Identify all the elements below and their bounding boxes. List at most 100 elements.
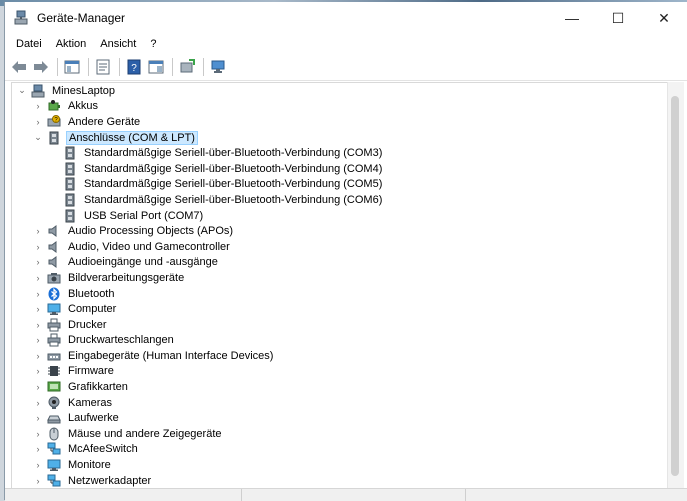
chevron-right-icon[interactable]: › bbox=[32, 412, 44, 424]
tree-item-audioeingaenge[interactable]: › Audioeingänge und -ausgänge bbox=[12, 255, 668, 271]
tree-item-firmware[interactable]: › Firmware bbox=[12, 364, 668, 380]
tree-item-label: Akkus bbox=[68, 100, 98, 113]
action-pane-icon bbox=[148, 60, 164, 74]
network-icon bbox=[47, 474, 61, 487]
tree-item-monitore[interactable]: › Monitore bbox=[12, 457, 668, 473]
tree-item-druckwarteschlangen[interactable]: › Druckwarteschlangen bbox=[12, 333, 668, 349]
chevron-right-icon[interactable]: › bbox=[32, 459, 44, 471]
tree-item-bildverarbeitung[interactable]: › Bildverarbeitungsgeräte bbox=[12, 270, 668, 286]
vertical-scrollbar[interactable] bbox=[667, 82, 684, 488]
update-driver-icon bbox=[180, 59, 195, 73]
tree-child-com5[interactable]: Standardmäßgige Seriell-über-Bluetooth-V… bbox=[12, 177, 668, 193]
tree-item-grafikkarten[interactable]: › Grafikkarten bbox=[12, 379, 668, 395]
properties-button[interactable] bbox=[93, 57, 113, 77]
tree-item-netzwerkadapter[interactable]: › Netzwerkadapter bbox=[12, 473, 668, 489]
device-tree[interactable]: ⌄ MinesLaptop › Akkus › ? Andere Geräte … bbox=[11, 82, 668, 490]
tree-child-com4[interactable]: Standardmäßgige Seriell-über-Bluetooth-V… bbox=[12, 161, 668, 177]
battery-icon bbox=[48, 100, 60, 111]
tree-item-computer[interactable]: › Computer bbox=[12, 301, 668, 317]
network-icon bbox=[47, 442, 61, 455]
chevron-down-icon[interactable]: ⌄ bbox=[32, 132, 44, 144]
title-bar[interactable]: Geräte-Manager — ☐ ✕ bbox=[5, 2, 687, 34]
tree-item-maeuse[interactable]: › Mäuse und andere Zeigegeräte bbox=[12, 426, 668, 442]
tree-item-audio-video[interactable]: › Audio, Video und Gamecontroller bbox=[12, 239, 668, 255]
tree-item-laufwerke[interactable]: › Laufwerke bbox=[12, 410, 668, 426]
chevron-right-icon[interactable]: › bbox=[32, 443, 44, 455]
tree-item-label: Andere Geräte bbox=[68, 115, 141, 128]
action-pane-button[interactable] bbox=[146, 57, 166, 77]
toolbar-separator bbox=[57, 58, 58, 76]
chevron-down-icon[interactable]: ⌄ bbox=[16, 85, 28, 97]
menu-help[interactable]: ? bbox=[143, 38, 163, 50]
drive-icon bbox=[47, 415, 61, 424]
status-segment bbox=[241, 489, 243, 501]
chevron-right-icon[interactable]: › bbox=[32, 225, 44, 237]
update-driver-button[interactable] bbox=[177, 57, 197, 77]
chevron-right-icon[interactable]: › bbox=[32, 428, 44, 440]
scrollbar-thumb[interactable] bbox=[671, 96, 679, 476]
tree-item-andere-geraete[interactable]: › ? Andere Geräte bbox=[12, 114, 668, 130]
tree-child-com3[interactable]: Standardmäßgige Seriell-über-Bluetooth-V… bbox=[12, 145, 668, 161]
tree-child-com7[interactable]: USB Serial Port (COM7) bbox=[12, 208, 668, 224]
svg-text:?: ? bbox=[131, 63, 137, 74]
forward-button[interactable] bbox=[31, 57, 51, 77]
tree-item-label: Grafikkarten bbox=[68, 381, 128, 394]
chevron-right-icon[interactable]: › bbox=[32, 334, 44, 346]
tree-root[interactable]: ⌄ MinesLaptop bbox=[12, 83, 668, 99]
tree-child-label: Standardmäßgige Seriell-über-Bluetooth-V… bbox=[84, 162, 383, 175]
speaker-icon bbox=[48, 225, 57, 238]
chevron-right-icon[interactable]: › bbox=[32, 475, 44, 487]
tree-child-label: Standardmäßgige Seriell-über-Bluetooth-V… bbox=[84, 178, 383, 191]
tree-item-kameras[interactable]: › Kameras bbox=[12, 395, 668, 411]
tree-item-label: Anschlüsse (COM & LPT) bbox=[66, 130, 198, 145]
chevron-right-icon[interactable]: › bbox=[32, 350, 44, 362]
close-button[interactable]: ✕ bbox=[641, 2, 687, 34]
tree-child-label: Standardmäßgige Seriell-über-Bluetooth-V… bbox=[84, 193, 383, 206]
minimize-button[interactable]: — bbox=[549, 2, 595, 34]
toolbar-separator bbox=[172, 58, 173, 76]
port-icon bbox=[65, 162, 75, 176]
maximize-button[interactable]: ☐ bbox=[595, 2, 641, 34]
tree-item-akkus[interactable]: › Akkus bbox=[12, 99, 668, 115]
tree-item-apos[interactable]: › Audio Processing Objects (APOs) bbox=[12, 223, 668, 239]
chevron-right-icon[interactable]: › bbox=[32, 319, 44, 331]
chevron-right-icon[interactable]: › bbox=[32, 381, 44, 393]
computer-icon bbox=[31, 84, 45, 98]
tree-item-label: Mäuse und andere Zeigegeräte bbox=[68, 427, 222, 440]
chevron-right-icon[interactable]: › bbox=[32, 303, 44, 315]
chevron-right-icon[interactable]: › bbox=[32, 116, 44, 128]
chevron-right-icon[interactable]: › bbox=[32, 397, 44, 409]
menu-datei[interactable]: Datei bbox=[9, 38, 49, 50]
speaker-icon bbox=[48, 256, 57, 269]
menu-ansicht[interactable]: Ansicht bbox=[93, 38, 143, 50]
speaker-icon bbox=[48, 240, 57, 253]
chevron-right-icon[interactable]: › bbox=[32, 272, 44, 284]
chevron-right-icon[interactable]: › bbox=[32, 100, 44, 112]
tree-item-label: McAfeeSwitch bbox=[68, 443, 138, 456]
scan-hardware-button[interactable] bbox=[208, 57, 228, 77]
chevron-right-icon[interactable]: › bbox=[32, 241, 44, 253]
tree-item-mcafeeswitch[interactable]: › McAfeeSwitch bbox=[12, 442, 668, 458]
tree-item-label: Laufwerke bbox=[68, 412, 119, 425]
port-icon bbox=[65, 209, 75, 223]
arrow-left-icon bbox=[12, 61, 26, 73]
chevron-right-icon[interactable]: › bbox=[32, 365, 44, 377]
help-button[interactable]: ? bbox=[124, 57, 144, 77]
tree-child-com6[interactable]: Standardmäßgige Seriell-über-Bluetooth-V… bbox=[12, 192, 668, 208]
toolbar: ? bbox=[5, 54, 687, 81]
tree-item-label: Drucker bbox=[68, 318, 107, 331]
tree-item-drucker[interactable]: › Drucker bbox=[12, 317, 668, 333]
tree-item-anschluesse[interactable]: ⌄ Anschlüsse (COM & LPT) bbox=[12, 130, 668, 146]
back-button[interactable] bbox=[9, 57, 29, 77]
tree-item-eingabegeraete[interactable]: › Eingabegeräte (Human Interface Devices… bbox=[12, 348, 668, 364]
toolbar-separator bbox=[203, 58, 204, 76]
show-hide-console-tree-button[interactable] bbox=[62, 57, 82, 77]
tree-item-bluetooth[interactable]: › Bluetooth bbox=[12, 286, 668, 302]
chevron-right-icon[interactable]: › bbox=[32, 288, 44, 300]
firmware-icon bbox=[48, 366, 60, 377]
tree-item-label: Kameras bbox=[68, 396, 113, 409]
hid-icon bbox=[47, 353, 61, 361]
menu-aktion[interactable]: Aktion bbox=[49, 38, 94, 50]
tree-item-label: Monitore bbox=[68, 459, 111, 472]
chevron-right-icon[interactable]: › bbox=[32, 256, 44, 268]
